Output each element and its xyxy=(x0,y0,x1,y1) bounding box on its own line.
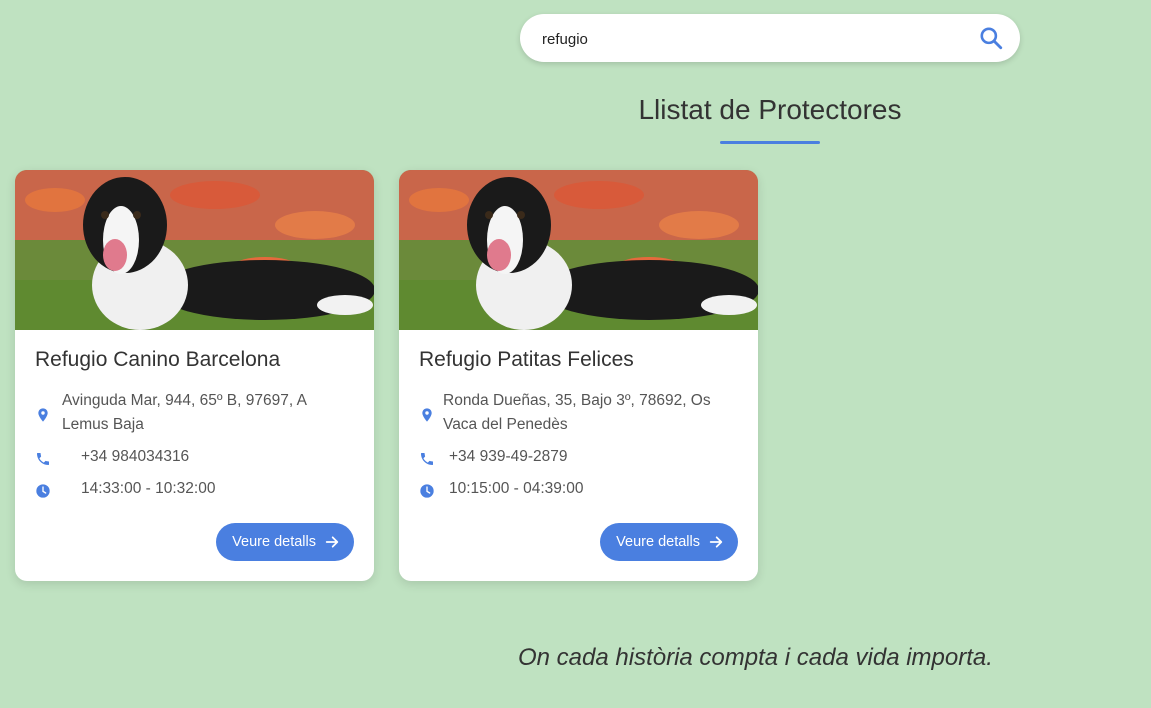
shelter-card: Refugio Patitas Felices Ronda Dueñas, 35… xyxy=(399,170,758,581)
shelter-address: Ronda Dueñas, 35, Bajo 3º, 78692, Os Vac… xyxy=(443,392,711,433)
clock-icon xyxy=(36,484,50,498)
shelter-card: Refugio Canino Barcelona Avinguda Mar, 9… xyxy=(15,170,374,581)
title-underline xyxy=(720,141,820,144)
shelter-address: Avinguda Mar, 944, 65º B, 97697, A Lemus… xyxy=(62,392,307,433)
search-input[interactable] xyxy=(540,24,964,54)
arrow-right-icon xyxy=(709,536,723,548)
shelter-photo-dog xyxy=(15,170,374,330)
phone-icon xyxy=(421,453,433,465)
page-title: Llistat de Protectores xyxy=(638,94,902,125)
shelter-name: Refugio Patitas Felices xyxy=(419,348,634,371)
phone-icon xyxy=(37,453,49,465)
shelter-hours: 10:15:00 - 04:39:00 xyxy=(449,480,584,497)
map-pin-icon xyxy=(38,408,48,422)
arrow-right-icon xyxy=(325,536,339,548)
search-icon[interactable] xyxy=(978,25,1004,51)
shelter-name: Refugio Canino Barcelona xyxy=(35,348,281,371)
footer-quote: On cada història compta i cada vida impo… xyxy=(518,644,993,671)
shelter-photo-dog xyxy=(399,170,758,330)
map-pin-icon xyxy=(422,408,432,422)
page: Llistat de Protectores Refugio Canino Ba… xyxy=(0,0,1151,708)
view-details-label: Veure detalls xyxy=(232,534,316,550)
view-details-label: Veure detalls xyxy=(616,534,700,550)
search-bar xyxy=(520,14,1020,62)
view-details-button[interactable]: Veure detalls xyxy=(600,523,738,561)
clock-icon xyxy=(420,484,434,498)
view-details-button[interactable]: Veure detalls xyxy=(216,523,354,561)
shelter-phone: +34 939-49-2879 xyxy=(449,448,568,465)
shelter-phone: +34 984034316 xyxy=(81,448,190,465)
shelter-hours: 14:33:00 - 10:32:00 xyxy=(81,480,216,497)
